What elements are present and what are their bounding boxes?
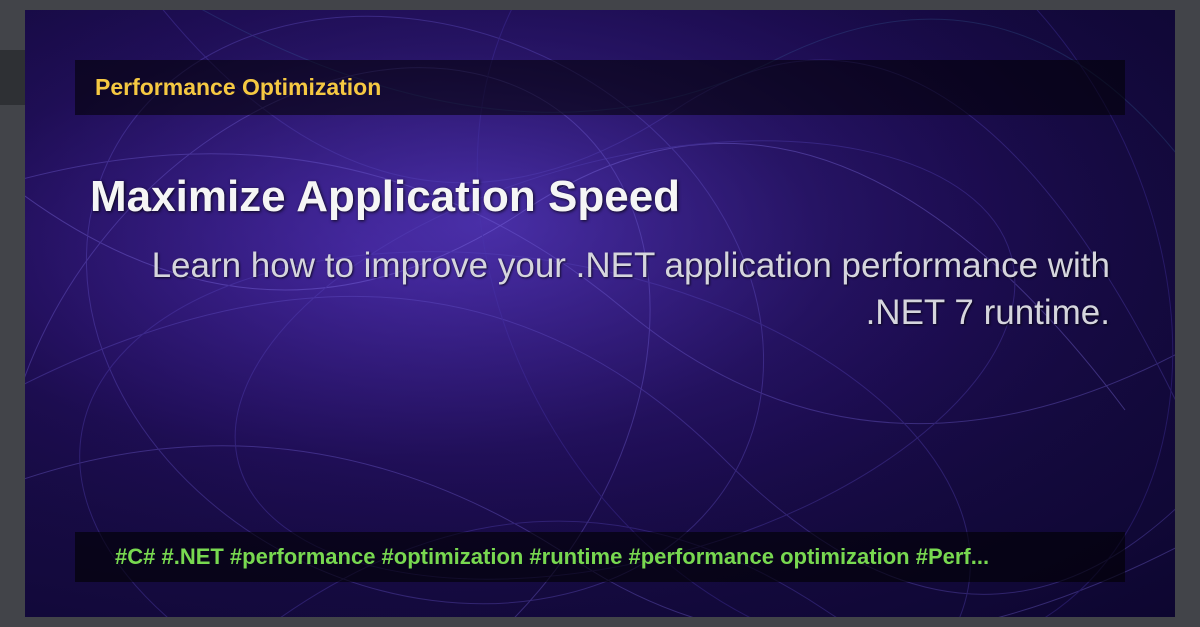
category-label: Performance Optimization xyxy=(95,74,381,101)
tags-text: #C# #.NET #performance #optimization #ru… xyxy=(115,544,1085,570)
page-title: Maximize Application Speed xyxy=(90,172,680,222)
category-bar: Performance Optimization xyxy=(75,60,1125,115)
feature-card: Performance Optimization Maximize Applic… xyxy=(25,10,1175,617)
description-text: Learn how to improve your .NET applicati… xyxy=(90,242,1110,337)
tags-bar: #C# #.NET #performance #optimization #ru… xyxy=(75,532,1125,582)
side-strip xyxy=(0,50,25,105)
